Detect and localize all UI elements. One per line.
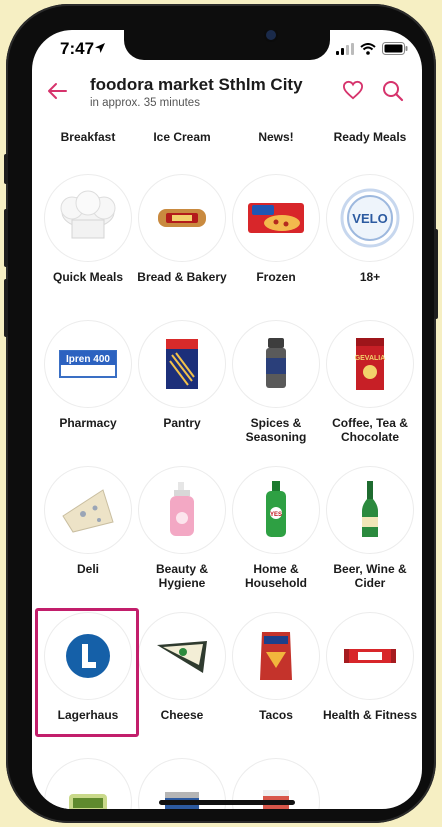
chef-hat-icon xyxy=(44,174,132,262)
category-pantry[interactable]: Pantry xyxy=(134,320,230,430)
category-beer-wine[interactable]: Beer, Wine & Cider xyxy=(322,466,418,590)
cheese-slice-icon xyxy=(138,612,226,700)
phone-frame: 7:47 foodora market Sthlm City in approx… xyxy=(4,4,438,823)
category-partial[interactable] xyxy=(40,758,136,809)
location-arrow-icon xyxy=(95,43,105,53)
category-label: Health & Fitness xyxy=(322,708,418,722)
velo-snus-icon: VELO xyxy=(326,174,414,262)
store-title: foodora market Sthlm City xyxy=(90,75,303,94)
category-label: Spices & Seasoning xyxy=(245,416,307,444)
wifi-icon xyxy=(360,42,376,55)
volume-down-button xyxy=(4,279,8,337)
status-time: 7:47 xyxy=(60,39,95,58)
category-label: Ice Cream xyxy=(153,130,211,144)
category-label: Ready Meals xyxy=(333,130,407,144)
category-label: Beauty & Hygiene xyxy=(155,562,208,590)
category-deli[interactable]: Deli xyxy=(40,466,136,576)
silent-switch xyxy=(4,154,8,184)
beer-bottle-icon xyxy=(326,466,414,554)
lagerhaus-highlight-box xyxy=(35,608,139,737)
frozen-pizza-icon xyxy=(232,174,320,262)
category-label: Breakfast xyxy=(60,130,116,144)
battery-icon xyxy=(382,42,408,55)
category-frozen[interactable]: Frozen xyxy=(228,174,324,284)
category-grid: Breakfast Ice Cream News! Ready Meals Qu… xyxy=(32,118,422,809)
protein-bar-icon xyxy=(326,612,414,700)
bread-icon xyxy=(138,174,226,262)
category-home-household[interactable]: YES Home & Household xyxy=(228,466,324,590)
notch xyxy=(124,30,330,60)
category-quick-meals[interactable]: Quick Meals xyxy=(40,174,136,284)
app-screen: 7:47 foodora market Sthlm City in approx… xyxy=(32,30,422,809)
category-label: 18+ xyxy=(359,270,381,284)
category-ready-meals[interactable]: Ready Meals xyxy=(322,130,418,144)
home-indicator xyxy=(159,800,295,805)
store-header: foodora market Sthlm City in approx. 35 … xyxy=(32,70,422,118)
cheese-wedge-icon xyxy=(44,466,132,554)
volume-up-button xyxy=(4,209,8,267)
coffee-pack-icon: GEVALIA xyxy=(326,320,414,408)
back-arrow-icon[interactable] xyxy=(46,80,68,102)
svg-text:GEVALIA: GEVALIA xyxy=(355,355,386,362)
category-tacos[interactable]: Tacos xyxy=(228,612,324,722)
category-label: Frozen xyxy=(256,270,296,284)
pasta-box-icon xyxy=(138,320,226,408)
category-health-fitness[interactable]: Health & Fitness xyxy=(322,612,418,722)
delivery-eta: in approx. 35 minutes xyxy=(90,97,200,109)
category-bread-bakery[interactable]: Bread & Bakery xyxy=(134,174,230,284)
category-coffee-tea[interactable]: GEVALIA Coffee, Tea & Chocolate xyxy=(322,320,418,444)
svg-text:VELO: VELO xyxy=(352,211,387,226)
category-label: Home & Household xyxy=(245,562,307,590)
favorite-heart-icon[interactable] xyxy=(342,80,364,100)
nacho-bag-icon xyxy=(232,612,320,700)
medicine-box-icon: Ipren 400 xyxy=(44,320,132,408)
category-beauty-hygiene[interactable]: Beauty & Hygiene xyxy=(134,466,230,590)
category-label: Bread & Bakery xyxy=(137,270,227,284)
product-jar-icon xyxy=(44,758,132,809)
category-label: Pharmacy xyxy=(59,416,117,430)
category-label: Cheese xyxy=(160,708,204,722)
category-breakfast[interactable]: Breakfast xyxy=(40,130,136,144)
category-news[interactable]: News! xyxy=(228,130,324,144)
category-label: Quick Meals xyxy=(52,270,124,284)
category-pharmacy[interactable]: Ipren 400 Pharmacy xyxy=(40,320,136,430)
category-label: Pantry xyxy=(163,416,201,430)
detergent-bottle-icon: YES xyxy=(232,466,320,554)
category-label: Deli xyxy=(76,562,99,576)
svg-text:YES: YES xyxy=(270,512,282,518)
search-icon[interactable] xyxy=(382,80,404,102)
signal-icon xyxy=(336,42,354,55)
spice-jar-icon xyxy=(232,320,320,408)
category-label: Beer, Wine & Cider xyxy=(333,562,407,590)
power-button xyxy=(434,229,438,319)
soap-bottle-icon xyxy=(138,466,226,554)
category-spices[interactable]: Spices & Seasoning xyxy=(228,320,324,444)
category-label: Coffee, Tea & Chocolate xyxy=(332,416,408,444)
category-ice-cream[interactable]: Ice Cream xyxy=(134,130,230,144)
category-label: News! xyxy=(258,130,294,144)
svg-text:Ipren 400: Ipren 400 xyxy=(66,354,110,365)
category-18plus[interactable]: VELO 18+ xyxy=(322,174,418,284)
category-cheese[interactable]: Cheese xyxy=(134,612,230,722)
category-label: Tacos xyxy=(259,708,293,722)
